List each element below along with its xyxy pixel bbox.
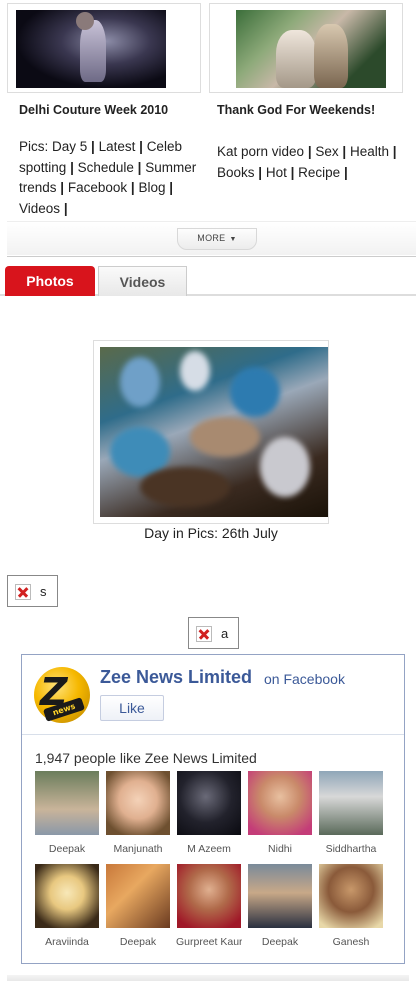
feature-link[interactable]: Health <box>350 144 389 159</box>
feature-thumbnail-image[interactable] <box>16 10 166 88</box>
feature-link[interactable]: Hot <box>266 165 287 180</box>
broken-image: a <box>188 617 239 649</box>
feature-title[interactable]: Delhi Couture Week 2010 <box>19 103 168 117</box>
broken-image-alt: s <box>40 584 47 599</box>
fan-item[interactable]: Ganesh <box>318 864 384 957</box>
facebook-like-button[interactable]: Like <box>100 695 164 721</box>
featured-sections: Delhi Couture Week 2010 Pics: Day 5 | La… <box>7 3 416 257</box>
broken-image-icon <box>15 584 31 600</box>
facebook-on-link[interactable]: on Facebook <box>264 671 345 687</box>
tab-videos[interactable]: Videos <box>98 266 187 296</box>
bottom-divider <box>7 975 409 981</box>
feature-thumbnail-frame[interactable] <box>7 3 201 93</box>
fan-avatar[interactable] <box>106 771 170 835</box>
feature-link[interactable]: Schedule <box>78 160 134 175</box>
fan-item[interactable]: Deepak <box>105 864 171 957</box>
feature-link[interactable]: Pics: Day 5 <box>19 139 87 154</box>
day-in-pics-photo[interactable] <box>100 347 328 517</box>
fan-name[interactable]: Siddhartha <box>318 843 384 855</box>
feature-link[interactable]: Facebook <box>68 180 127 195</box>
fan-name[interactable]: Ganesh <box>318 936 384 948</box>
fan-item[interactable]: Siddhartha <box>318 771 384 864</box>
fan-avatar[interactable] <box>319 771 383 835</box>
fan-name[interactable]: Manjunath <box>105 843 171 855</box>
tab-photos[interactable]: Photos <box>5 266 95 296</box>
feature-links: Pics: Day 5 | Latest | Celeb spotting | … <box>19 139 197 216</box>
facebook-like-box-header: Z news Zee News Limited on Facebook Like <box>22 655 404 735</box>
feature-thumbnail-image[interactable] <box>236 10 386 88</box>
more-label: MORE <box>197 233 226 243</box>
fan-name[interactable]: Deepak <box>247 936 313 948</box>
fan-name[interactable]: M Azeem <box>176 843 242 855</box>
feature-link[interactable]: Videos <box>19 201 60 216</box>
fan-avatar[interactable] <box>319 864 383 928</box>
facebook-page-name[interactable]: Zee News Limited <box>100 667 252 688</box>
feature-link[interactable]: Books <box>217 165 255 180</box>
facebook-like-count: 1,947 people like Zee News Limited <box>35 750 257 766</box>
more-button[interactable]: MORE ▼ <box>177 228 257 250</box>
fan-name[interactable]: Nidhi <box>247 843 313 855</box>
feature-title[interactable]: Thank God For Weekends! <box>217 103 375 117</box>
caret-down-icon: ▼ <box>229 236 237 243</box>
feature-link[interactable]: Blog <box>138 180 165 195</box>
feature-link[interactable]: Sex <box>315 144 338 159</box>
fan-avatar[interactable] <box>35 771 99 835</box>
broken-image: s <box>7 575 58 607</box>
fan-name[interactable]: Deepak <box>105 936 171 948</box>
fan-avatar[interactable] <box>177 771 241 835</box>
media-tabs: Photos Videos <box>0 264 416 296</box>
fan-name[interactable]: Araviinda <box>34 936 100 948</box>
zee-news-logo[interactable]: Z news <box>34 667 90 723</box>
feature-link[interactable]: Kat porn video <box>217 144 304 159</box>
photo-frame[interactable] <box>93 340 329 524</box>
feature-thumbnail-frame[interactable] <box>209 3 403 93</box>
fan-name[interactable]: Deepak <box>34 843 100 855</box>
fan-item[interactable]: M Azeem <box>176 771 242 864</box>
fan-item[interactable]: Manjunath <box>105 771 171 864</box>
fan-avatar[interactable] <box>177 864 241 928</box>
broken-image-icon <box>196 626 212 642</box>
fan-item[interactable]: Deepak <box>34 771 100 864</box>
facebook-like-box: Z news Zee News Limited on Facebook Like… <box>21 654 405 964</box>
feature-link[interactable]: Latest <box>99 139 136 154</box>
photo-caption[interactable]: Day in Pics: 26th July <box>93 525 329 541</box>
fan-avatar[interactable] <box>35 864 99 928</box>
fan-item[interactable]: Gurpreet Kaur <box>176 864 242 957</box>
fan-avatar[interactable] <box>248 771 312 835</box>
fan-item[interactable]: Deepak <box>247 864 313 957</box>
feature-link[interactable]: Recipe <box>298 165 340 180</box>
broken-image-alt: a <box>221 626 229 641</box>
fan-item[interactable]: Araviinda <box>34 864 100 957</box>
fan-name[interactable]: Gurpreet Kaur <box>176 936 242 948</box>
more-bar: MORE ▼ <box>7 221 416 255</box>
fan-avatar[interactable] <box>106 864 170 928</box>
fan-item[interactable]: Nidhi <box>247 771 313 864</box>
feature-links: Kat porn video | Sex | Health | Books | … <box>217 144 397 180</box>
fan-avatar[interactable] <box>248 864 312 928</box>
